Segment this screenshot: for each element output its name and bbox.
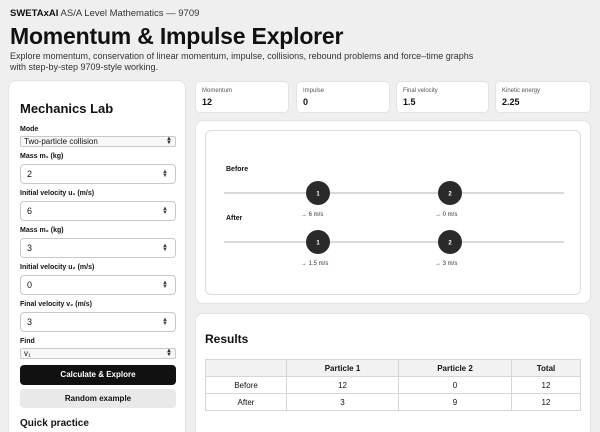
stepper-icon[interactable]: ▲ ▼ <box>162 317 168 327</box>
collision-diagram: Before 1 2 → 6 m/s → 0 m/s After 1 2 → 1… <box>224 166 564 267</box>
find-label: Find <box>20 338 35 345</box>
collision-visual-panel: Before 1 2 → 6 m/s → 0 m/s After 1 2 → 1… <box>195 120 591 304</box>
stat-label: Kinetic energy <box>502 88 541 94</box>
select-arrows-icon: ▲ ▼ <box>166 136 172 146</box>
velocity-1-input[interactable]: 6 ▲ ▼ <box>20 201 176 221</box>
table-cell: Before <box>205 376 287 394</box>
stat-value: 12 <box>202 97 213 107</box>
stat-value: 0 <box>303 97 309 107</box>
field-label-velocity-1: Initial velocity u₁ (m/s) <box>20 190 95 197</box>
mode-select[interactable]: Two-particle collision ▲ ▼ <box>20 136 176 147</box>
stepper-icon[interactable]: ▲ ▼ <box>162 243 168 253</box>
stat-label: Final velocity <box>403 88 438 94</box>
field-label-mass-1: Mass m₁ (kg) <box>20 153 64 160</box>
results-header-row: Particle 1 Particle 2 Total <box>205 359 581 377</box>
page-title: Momentum & Impulse Explorer <box>10 23 344 49</box>
stepper-icon[interactable]: ▲ ▼ <box>162 169 168 179</box>
stepper-icon[interactable]: ▲ ▼ <box>162 280 168 290</box>
velocity-2-value: 0 <box>27 280 33 290</box>
table-header: Particle 1 <box>286 359 399 377</box>
find-select[interactable]: v₁ ▲ ▼ <box>20 348 176 359</box>
before-label: Before <box>226 166 248 173</box>
mass-2-input[interactable]: 3 ▲ ▼ <box>20 238 176 258</box>
mass-1-input[interactable]: 2 ▲ ▼ <box>20 164 176 184</box>
after-velocity-2: → 3 m/s <box>435 261 457 267</box>
stat-card-final-velocity: Final velocity 1.5 <box>396 81 489 113</box>
table-cell: 0 <box>398 376 512 394</box>
field-label-final-velocity-2: Final velocity v₂ (m/s) <box>20 301 92 308</box>
stat-card-impulse: Impulse 0 <box>296 81 390 113</box>
random-example-button[interactable]: Random example <box>20 389 176 408</box>
after-label: After <box>226 215 243 222</box>
before-velocity-1: → 6 m/s <box>301 212 323 218</box>
stat-card-momentum: Momentum 12 <box>195 81 289 113</box>
velocity-2-input[interactable]: 0 ▲ ▼ <box>20 275 176 295</box>
table-cell: After <box>205 393 287 411</box>
table-header: Particle 2 <box>398 359 512 377</box>
table-cell: 3 <box>286 393 399 411</box>
before-velocity-2: → 0 m/s <box>435 212 457 218</box>
stepper-icon[interactable]: ▲ ▼ <box>162 206 168 216</box>
stat-label: Impulse <box>303 88 325 94</box>
mass-1-value: 2 <box>27 169 33 179</box>
table-cell: 9 <box>398 393 512 411</box>
velocity-1-value: 6 <box>27 206 33 216</box>
table-cell: 12 <box>511 393 581 411</box>
table-header: Total <box>511 359 581 377</box>
mode-label: Mode <box>20 126 39 133</box>
brand-line: SWETAxAI AS/A Level Mathematics — 9709 <box>10 8 199 19</box>
collision-canvas: Before 1 2 → 6 m/s → 0 m/s After 1 2 → 1… <box>205 130 581 295</box>
mode-select-value: Two-particle collision <box>24 137 98 146</box>
stat-label: Momentum <box>202 88 233 94</box>
after-velocity-1: → 1.5 m/s <box>301 261 328 267</box>
results-table: Particle 1 Particle 2 Total Before 12 0 … <box>205 359 581 411</box>
table-row: Before 12 0 12 <box>205 376 581 394</box>
select-arrows-icon: ▲ ▼ <box>166 348 172 358</box>
find-select-value: v₁ <box>24 349 31 358</box>
stat-card-kinetic-energy: Kinetic energy 2.25 <box>495 81 591 113</box>
lab-title: Mechanics Lab <box>20 101 114 116</box>
mass-2-value: 3 <box>27 243 33 253</box>
final-velocity-2-input[interactable]: 3 ▲ ▼ <box>20 312 176 332</box>
brand-name: SWETAxAI <box>10 8 59 19</box>
table-cell: 12 <box>286 376 399 394</box>
course-name: AS/A Level Mathematics — 9709 <box>60 8 200 19</box>
calculate-button[interactable]: Calculate & Explore <box>20 365 176 385</box>
results-title: Results <box>205 332 249 346</box>
mechanics-lab-panel: Mechanics Lab Mode Two-particle collisio… <box>8 80 186 432</box>
stat-value: 2.25 <box>502 97 520 107</box>
field-label-velocity-2: Initial velocity u₂ (m/s) <box>20 264 95 271</box>
page-subtitle: Explore momentum, conservation of linear… <box>10 51 474 72</box>
quick-practice-heading: Quick practice <box>20 418 89 429</box>
stat-value: 1.5 <box>403 97 416 107</box>
table-header <box>205 359 287 377</box>
table-cell: 12 <box>511 376 581 394</box>
field-label-mass-2: Mass m₂ (kg) <box>20 227 64 234</box>
table-row: After 3 9 12 <box>205 393 581 411</box>
final-velocity-2-value: 3 <box>27 317 33 327</box>
results-panel: Results Particle 1 Particle 2 Total Befo… <box>195 313 591 432</box>
